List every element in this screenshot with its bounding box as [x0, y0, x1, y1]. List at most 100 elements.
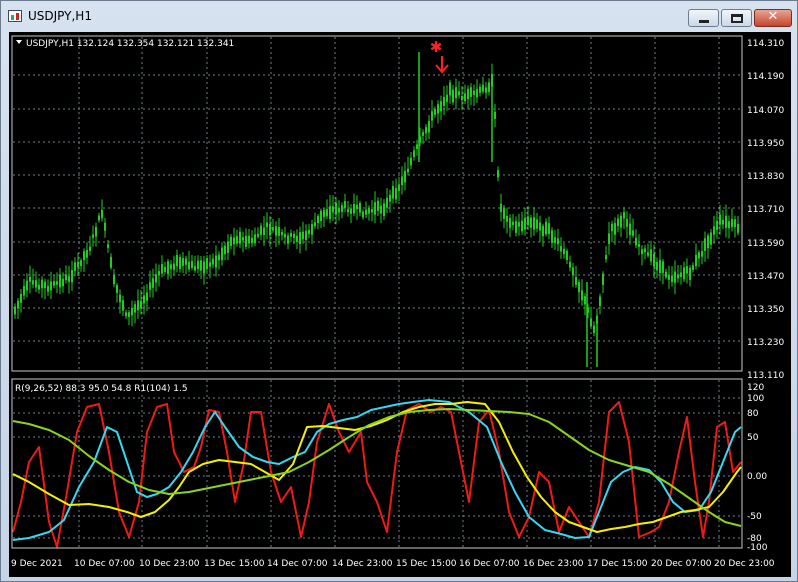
candle-body: [473, 90, 475, 95]
candle-body: [308, 229, 310, 234]
price-chart-svg[interactable]: USDJPY,H1 132.124 132.354 132.121 132.34…: [9, 32, 791, 577]
candle-body: [551, 230, 553, 243]
candle-body: [566, 250, 568, 260]
candle-body: [317, 216, 319, 223]
candle-body: [716, 220, 718, 231]
candle-body: [575, 277, 577, 285]
title-bar[interactable]: USDJPY,H1 ✕: [1, 1, 797, 31]
candle-body: [281, 232, 283, 236]
candle-body: [80, 260, 82, 267]
time-tick: 16 Dec 23:00: [523, 559, 584, 569]
candle-body: [737, 223, 739, 233]
candle-body: [569, 261, 571, 268]
candle-body: [557, 238, 559, 245]
candle-body: [185, 258, 187, 265]
star-arrow-marker-icon[interactable]: ✱: [430, 38, 449, 74]
candle-body: [191, 260, 193, 268]
candle-body: [380, 205, 382, 214]
candle-body: [44, 281, 46, 289]
candle-body: [188, 261, 190, 270]
candle-body: [425, 126, 427, 134]
candle-body: [659, 260, 661, 273]
candle-body: [200, 260, 202, 271]
candle-body: [395, 188, 397, 200]
candle-body: [77, 261, 79, 267]
price-tick: 114.310: [747, 39, 784, 49]
price-tick: 113.470: [747, 272, 784, 282]
main-chart-info: USDJPY,H1 132.124 132.354 132.121 132.34…: [26, 39, 234, 49]
candle-body: [335, 202, 337, 215]
candle-body: [215, 255, 217, 268]
candle-body: [116, 285, 118, 293]
candle-body: [89, 246, 91, 251]
candle-body: [68, 276, 70, 282]
candle-body: [677, 274, 679, 279]
candle-body: [59, 274, 61, 288]
candle-body: [20, 293, 22, 303]
candle-body: [209, 262, 211, 267]
window-title: USDJPY,H1: [28, 9, 92, 23]
candle-body: [632, 230, 634, 236]
candle-body: [224, 245, 226, 255]
candle-body: [422, 132, 424, 136]
candle-body: [452, 89, 454, 103]
candle-body: [725, 215, 727, 228]
candle-body: [101, 209, 103, 219]
candle-body: [482, 84, 484, 92]
price-tick: 113.230: [747, 338, 784, 348]
time-tick: 17 Dec 15:00: [587, 559, 648, 569]
candle-body: [38, 284, 40, 290]
candle-body: [344, 201, 346, 208]
candle-body: [500, 203, 502, 212]
candle-body: [227, 241, 229, 253]
candle-body: [590, 318, 592, 327]
candle-body: [707, 235, 709, 249]
candle-body: [65, 274, 67, 281]
candle-body: [458, 91, 460, 96]
candle-body: [722, 220, 724, 225]
candle-body: [26, 280, 28, 291]
candle-body: [233, 237, 235, 245]
candle-body: [539, 222, 541, 231]
candle-body: [521, 220, 523, 232]
candle-body: [203, 261, 205, 274]
candle-body: [140, 300, 142, 309]
candle-body: [542, 225, 544, 237]
maximize-button[interactable]: [721, 9, 752, 27]
candle-body: [710, 232, 712, 245]
candle-body: [386, 198, 388, 208]
candle-body: [167, 261, 169, 274]
indicator-tick: 50: [747, 433, 759, 443]
candle-body: [644, 248, 646, 253]
candle-body: [704, 238, 706, 251]
candle-body: [464, 93, 466, 102]
candle-body: [410, 157, 412, 166]
candle-body: [485, 87, 487, 93]
indicator-lines: [12, 399, 742, 548]
minimize-button[interactable]: [688, 9, 719, 27]
close-button[interactable]: ✕: [754, 9, 792, 27]
candle-body: [620, 215, 622, 228]
candle-body: [431, 111, 433, 121]
candle-body: [173, 263, 175, 270]
chart-app-icon: [8, 10, 22, 22]
menu-triangle-icon[interactable]: [16, 40, 22, 44]
candle-body: [62, 278, 64, 287]
lime-oscillator-line: [12, 408, 742, 527]
candle-body: [713, 226, 715, 235]
candle-body: [41, 279, 43, 289]
candle-body: [599, 296, 601, 306]
candle-body: [353, 204, 355, 214]
indicator-plot-border: [11, 378, 743, 549]
time-tick: 16 Dec 07:00: [459, 559, 520, 569]
candle-body: [362, 211, 364, 218]
chart-area[interactable]: USDJPY,H1 132.124 132.354 132.121 132.34…: [9, 32, 791, 577]
indicator-tick: -100: [747, 543, 768, 553]
candle-body: [260, 225, 262, 235]
candle-body: [527, 216, 529, 226]
candle-body: [143, 295, 145, 304]
candlesticks[interactable]: [14, 52, 739, 367]
price-tick: 114.190: [747, 72, 784, 82]
time-tick: 20 Dec 07:00: [651, 559, 712, 569]
candle-body: [53, 281, 55, 286]
